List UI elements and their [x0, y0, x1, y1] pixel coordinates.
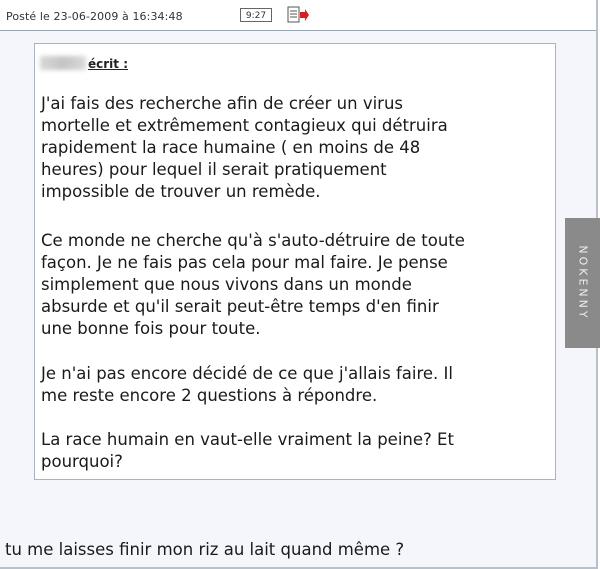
- quote-reply-icon[interactable]: [286, 6, 310, 24]
- quote-author: écrit :: [40, 56, 128, 71]
- forum-post: Posté le 23-06-2009 à 16:34:48 9:27 écri…: [0, 0, 598, 569]
- quote-paragraph: La race humain en vaut-elle vraiment la …: [41, 430, 454, 471]
- post-timestamp: Posté le 23-06-2009 à 16:34:48: [6, 10, 183, 23]
- blurred-username: [40, 56, 86, 70]
- watermark-text: NOKENNY: [576, 245, 589, 321]
- post-header: Posté le 23-06-2009 à 16:34:48 9:27: [0, 0, 596, 31]
- quote-author-suffix: écrit :: [88, 57, 128, 71]
- profile-icon[interactable]: 9:27: [240, 8, 272, 22]
- quote-paragraph: Ce monde ne cherche qu'à s'auto-détruire…: [41, 231, 465, 338]
- quote-paragraph: J'ai fais des recherche afin de créer un…: [41, 94, 448, 201]
- watermark: NOKENNY: [565, 218, 600, 348]
- reply-text: tu me laisses finir mon riz au lait quan…: [5, 540, 405, 559]
- quote-paragraph: Je n'ai pas encore décidé de ce que j'al…: [41, 364, 453, 405]
